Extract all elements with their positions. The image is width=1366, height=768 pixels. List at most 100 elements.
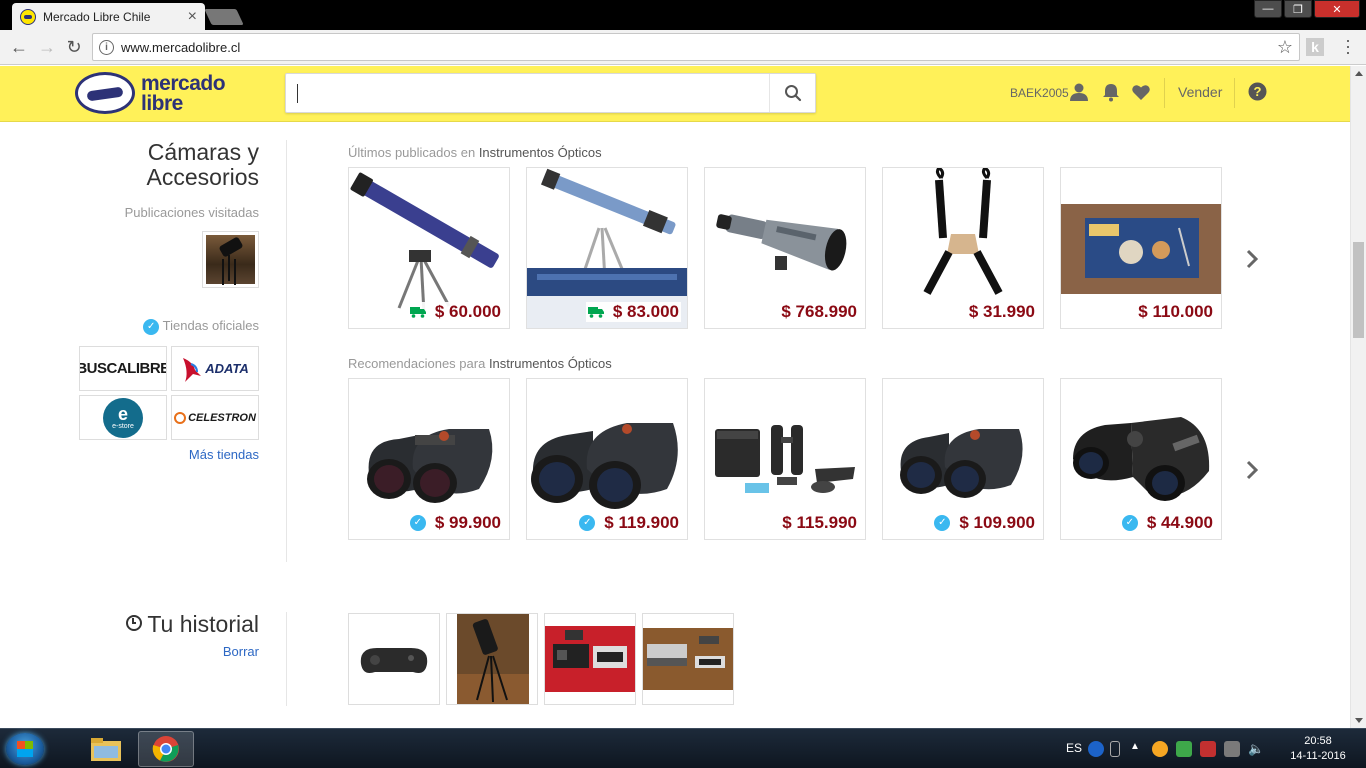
clock-icon xyxy=(126,615,143,631)
price-text: $ 119.900 xyxy=(604,513,679,532)
nes-console-photo xyxy=(643,614,733,704)
estore-logo: e e-store xyxy=(103,397,143,438)
notifications-bell-icon[interactable] xyxy=(1101,82,1121,102)
site-header: mercado libre BAEK2005 Vender ? xyxy=(0,66,1350,122)
sync-tray-icon[interactable] xyxy=(1176,741,1192,757)
more-stores-link[interactable]: Más tiendas xyxy=(60,447,259,462)
product-card[interactable]: ✓ $ 99.900 xyxy=(348,378,510,540)
store-adata[interactable]: ADATA xyxy=(171,346,259,391)
category-title-line1: Cámaras y xyxy=(147,139,259,165)
product-card[interactable]: ✓ $ 119.900 xyxy=(526,378,688,540)
product-card[interactable]: $ 110.000 xyxy=(1060,167,1222,329)
info-icon[interactable]: i xyxy=(99,39,114,55)
visited-item-thumbnail[interactable] xyxy=(202,231,259,288)
maximize-icon[interactable]: ❐ xyxy=(1284,0,1312,18)
help-icon[interactable]: ? xyxy=(1248,82,1267,101)
forward-arrow-icon[interactable]: → xyxy=(36,36,58,58)
history-item[interactable] xyxy=(446,613,538,705)
product-price: $ 115.990 xyxy=(780,513,859,533)
product-card[interactable]: $ 60.000 xyxy=(348,167,510,329)
product-price: ✓ $ 99.900 xyxy=(407,513,503,533)
recommended-title-category[interactable]: Instrumentos Ópticos xyxy=(489,356,612,371)
language-indicator[interactable]: ES xyxy=(1066,741,1082,755)
store-buscalibre[interactable]: BUSCALIBRE xyxy=(79,346,167,391)
official-stores-grid: BUSCALIBRE ADATA e e-store CELESTRON xyxy=(79,346,259,440)
sell-link[interactable]: Vender xyxy=(1178,84,1222,100)
header-divider xyxy=(1234,78,1235,108)
clear-history-link[interactable]: Borrar xyxy=(60,644,259,659)
browser-menu-icon[interactable]: · · · xyxy=(1343,31,1353,61)
hummingbird-logo-icon xyxy=(183,357,202,382)
product-card[interactable]: $ 115.990 xyxy=(704,378,866,540)
tab-title: Mercado Libre Chile xyxy=(43,9,151,24)
history-divider xyxy=(286,612,287,706)
url-text[interactable]: www.mercadolibre.cl xyxy=(121,40,1277,55)
scroll-thumb[interactable] xyxy=(1353,242,1364,338)
power-tray-icon[interactable] xyxy=(1224,741,1240,757)
reload-icon[interactable]: ↻ xyxy=(63,36,85,58)
show-hidden-icons-icon[interactable]: ▲ xyxy=(1130,741,1140,757)
extension-k-icon[interactable]: k xyxy=(1306,38,1324,56)
address-bar[interactable]: i www.mercadolibre.cl ☆ xyxy=(92,33,1300,61)
free-shipping-truck-icon xyxy=(587,307,604,318)
store-celestron[interactable]: CELESTRON xyxy=(171,395,259,440)
flag-tray-icon[interactable] xyxy=(1200,741,1216,757)
price-text: $ 768.990 xyxy=(781,302,857,321)
start-button-icon[interactable] xyxy=(6,733,44,765)
bookmark-star-icon[interactable]: ☆ xyxy=(1277,37,1293,58)
page-scrollbar[interactable] xyxy=(1350,66,1366,728)
gamepad-photo xyxy=(349,614,439,704)
header-divider xyxy=(1164,78,1165,108)
official-store-check-icon: ✓ xyxy=(934,515,951,531)
clock-date: 14-11-2016 xyxy=(1290,750,1346,762)
history-item[interactable] xyxy=(544,613,636,705)
carousel-next-arrow-icon[interactable] xyxy=(1242,458,1262,482)
network-tray-icon[interactable] xyxy=(1110,741,1120,757)
product-card[interactable]: $ 31.990 xyxy=(882,167,1044,329)
avast-tray-icon[interactable] xyxy=(1152,741,1168,757)
taskbar-clock[interactable]: 20:58 14-11-2016 xyxy=(1288,734,1348,764)
tab-close-icon[interactable]: × xyxy=(188,8,197,25)
store-estore[interactable]: e e-store xyxy=(79,395,167,440)
chrome-taskbar-icon[interactable] xyxy=(138,731,194,767)
product-card[interactable]: ✓ $ 44.900 xyxy=(1060,378,1222,540)
volume-tray-icon[interactable]: 🔈 xyxy=(1248,741,1264,757)
product-card[interactable]: $ 768.990 xyxy=(704,167,866,329)
back-arrow-icon[interactable]: ← xyxy=(8,36,30,58)
celestron-logo: CELESTRON xyxy=(188,411,256,424)
latest-title-prefix: Últimos publicados en xyxy=(348,145,476,160)
minimize-icon[interactable]: — xyxy=(1254,0,1282,18)
handshake-logo-icon xyxy=(75,72,135,114)
windows-taskbar: ES ▲ 🔈 20:58 14-11-2016 xyxy=(0,728,1366,768)
price-text: $ 110.000 xyxy=(1138,302,1213,321)
browser-toolbar: ← → ↻ i www.mercadolibre.cl ☆ k · · · xyxy=(0,30,1366,65)
favorites-heart-icon[interactable] xyxy=(1131,82,1151,102)
user-icon[interactable] xyxy=(1069,82,1089,102)
price-text: $ 99.900 xyxy=(434,513,501,532)
verified-check-icon: ✓ xyxy=(143,318,160,335)
product-card[interactable]: ✓ $ 109.900 xyxy=(882,378,1044,540)
product-card[interactable]: $ 83.000 xyxy=(526,167,688,329)
file-explorer-icon[interactable] xyxy=(78,731,134,767)
help-tray-icon[interactable] xyxy=(1088,741,1104,757)
browser-tab[interactable]: Mercado Libre Chile × xyxy=(12,3,205,30)
history-item[interactable] xyxy=(642,613,734,705)
price-text: $ 83.000 xyxy=(612,302,679,321)
username-label[interactable]: BAEK2005 xyxy=(1010,86,1069,100)
official-stores-heading: ✓ Tiendas oficiales xyxy=(60,318,259,335)
price-text: $ 60.000 xyxy=(434,302,501,321)
official-store-check-icon: ✓ xyxy=(579,515,596,531)
history-item[interactable] xyxy=(348,613,440,705)
close-window-icon[interactable]: ✕ xyxy=(1314,0,1360,18)
search-button[interactable] xyxy=(769,74,815,112)
mercadolibre-logo[interactable]: mercado libre xyxy=(75,72,240,116)
scroll-up-icon[interactable] xyxy=(1355,71,1363,76)
new-tab-button[interactable] xyxy=(204,9,244,25)
celestron-ring-icon xyxy=(174,411,187,424)
search-input[interactable] xyxy=(286,74,769,112)
logo-text-line2: libre xyxy=(141,92,183,115)
scroll-down-icon[interactable] xyxy=(1355,718,1363,723)
latest-title-category[interactable]: Instrumentos Ópticos xyxy=(479,145,602,160)
carousel-next-arrow-icon[interactable] xyxy=(1242,247,1262,271)
visited-label: Publicaciones visitadas xyxy=(124,205,259,220)
